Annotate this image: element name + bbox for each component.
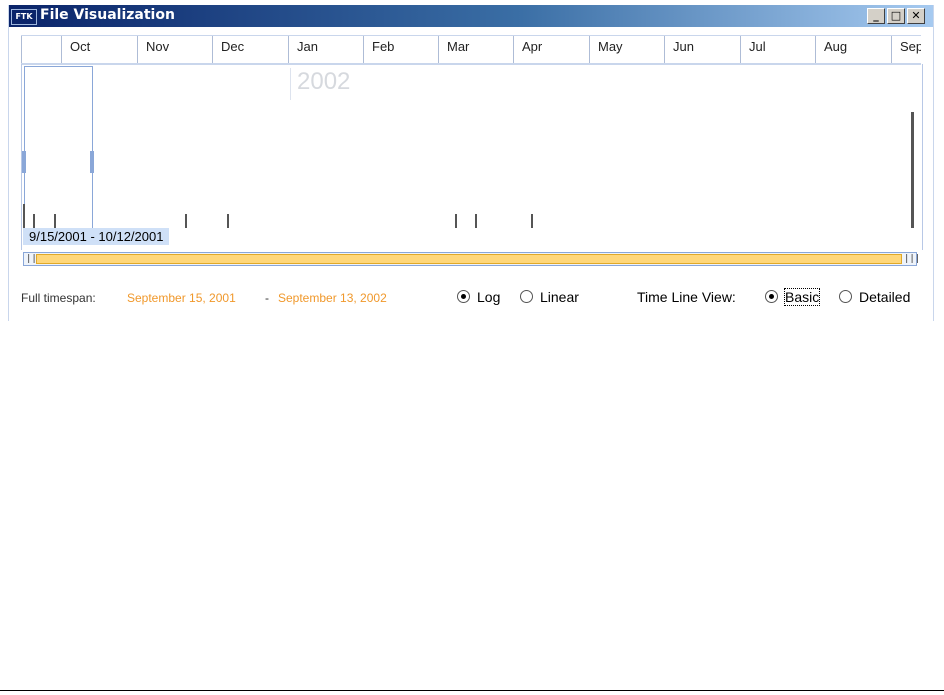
month-col: Sep xyxy=(891,36,921,63)
footer-bar: Full timespan: September 15, 2001 - Sept… xyxy=(9,287,933,309)
timespan-end-date: September 13, 2002 xyxy=(278,291,387,305)
file-event-tick xyxy=(33,214,35,228)
linear-radio[interactable] xyxy=(520,290,533,303)
close-button[interactable]: ✕ xyxy=(907,8,925,24)
app-logo-icon: FTK xyxy=(11,9,37,25)
selection-left-handle[interactable] xyxy=(22,151,26,173)
minimize-button[interactable]: _ xyxy=(867,8,885,24)
basic-label[interactable]: Basic xyxy=(783,288,821,306)
file-event-tick xyxy=(531,214,533,228)
scroll-left-grip-icon[interactable]: ||| xyxy=(26,254,42,264)
month-header: Oct Nov Dec Jan Feb Mar Apr May Jun Jul … xyxy=(21,35,921,65)
basic-radio[interactable] xyxy=(765,290,778,303)
detailed-radio[interactable] xyxy=(839,290,852,303)
file-visualization-window: FTK File Visualization _ □ ✕ Oct Nov Dec… xyxy=(8,5,934,321)
log-radio[interactable] xyxy=(457,290,470,303)
month-col: Feb xyxy=(363,36,438,63)
selection-right-handle[interactable] xyxy=(90,151,94,173)
file-event-tick xyxy=(911,112,914,228)
scrollbar-thumb[interactable] xyxy=(36,254,902,264)
year-label: 2002 xyxy=(297,68,351,95)
detailed-label[interactable]: Detailed xyxy=(859,289,910,305)
bottom-divider xyxy=(0,690,944,691)
month-col: Jun xyxy=(664,36,739,63)
month-col: Aug xyxy=(815,36,890,63)
timespan-start-date: September 15, 2001 xyxy=(127,291,236,305)
year-divider xyxy=(290,68,291,100)
month-col xyxy=(21,36,61,63)
timespan-separator: - xyxy=(265,291,269,305)
selection-box[interactable] xyxy=(24,66,93,229)
file-event-tick xyxy=(227,214,229,228)
file-event-tick xyxy=(455,214,457,228)
month-col: Oct xyxy=(61,36,136,63)
scroll-right-grip-icon[interactable]: ||| xyxy=(904,254,920,264)
full-timespan-label: Full timespan: xyxy=(21,291,96,305)
log-label[interactable]: Log xyxy=(477,289,500,305)
month-col: Mar xyxy=(438,36,513,63)
timeline-scrollbar[interactable]: ||| ||| xyxy=(23,252,920,266)
month-col: Jan xyxy=(288,36,363,63)
file-event-tick xyxy=(185,214,187,228)
month-col: May xyxy=(589,36,664,63)
month-col: Nov xyxy=(137,36,212,63)
month-col: Apr xyxy=(513,36,588,63)
month-col: Dec xyxy=(212,36,287,63)
month-col: Jul xyxy=(740,36,815,63)
maximize-button[interactable]: □ xyxy=(887,8,905,24)
file-event-tick xyxy=(475,214,477,228)
file-event-tick xyxy=(54,214,56,228)
time-line-view-label: Time Line View: xyxy=(637,289,736,305)
file-event-tick xyxy=(23,204,25,228)
title-bar[interactable]: FTK File Visualization _ □ ✕ xyxy=(9,5,933,27)
selection-range-label: 9/15/2001 - 10/12/2001 xyxy=(23,228,170,245)
linear-label[interactable]: Linear xyxy=(540,289,579,305)
timeline-plot[interactable]: 2002 xyxy=(21,64,923,250)
window-title: File Visualization xyxy=(40,7,175,23)
